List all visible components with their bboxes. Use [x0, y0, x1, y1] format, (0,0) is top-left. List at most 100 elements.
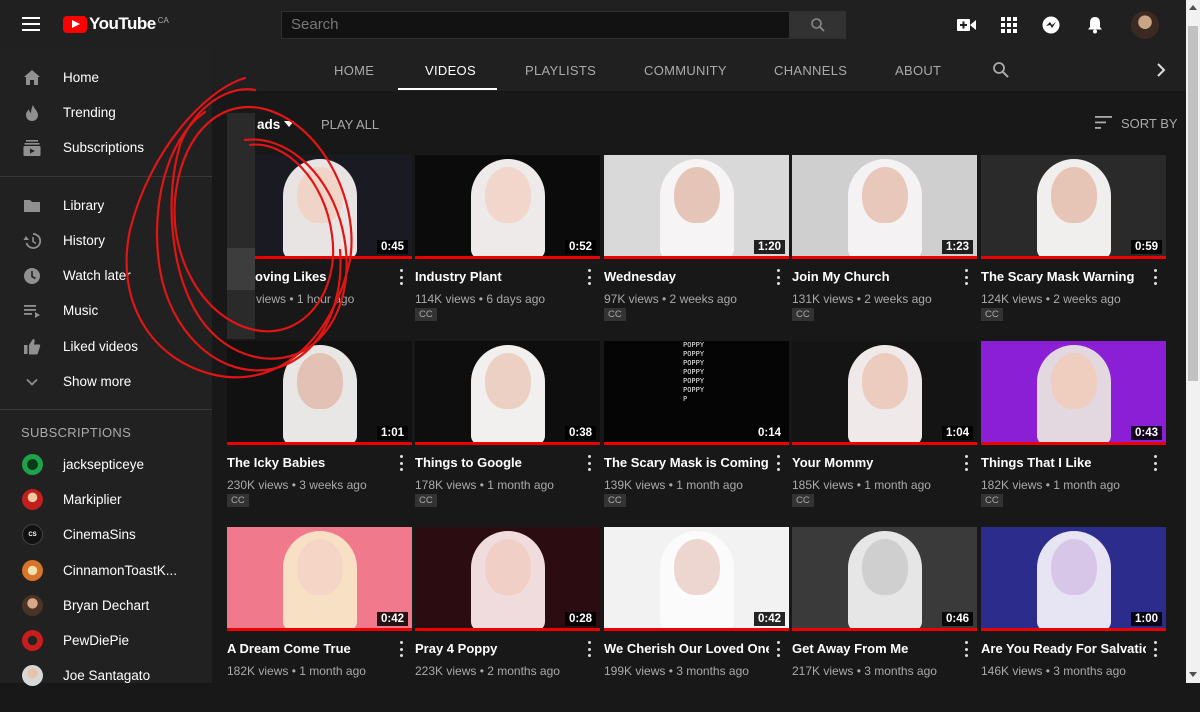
scroll-down-arrow[interactable] — [1189, 672, 1197, 677]
chevron-right-icon[interactable] — [1155, 62, 1167, 78]
more-options-icon[interactable] — [399, 455, 403, 471]
video-card[interactable]: 1:01 The Icky Babies 230K views • 3 weeks … — [227, 341, 412, 526]
subscription-item-cinnamontoastken[interactable]: CinnamonToastK... — [0, 553, 212, 588]
video-title[interactable]: Get Away From Me — [792, 641, 957, 656]
video-thumbnail[interactable]: 0:46 — [792, 527, 977, 631]
video-card[interactable]: 0:46 Get Away From Me 217K views • 3 month… — [792, 527, 977, 712]
caret-down-icon[interactable] — [284, 121, 294, 127]
video-thumbnail[interactable]: 0:52 — [415, 155, 600, 259]
tab-videos[interactable]: VIDEOS — [425, 63, 476, 78]
sort-by-button[interactable]: SORT BY — [1121, 116, 1178, 131]
video-thumbnail[interactable]: 0:42 — [604, 527, 789, 631]
more-options-icon[interactable] — [399, 641, 403, 657]
play-all-button[interactable]: PLAY ALL — [321, 117, 379, 132]
apps-grid-icon[interactable] — [998, 14, 1020, 36]
more-options-icon[interactable] — [964, 641, 968, 657]
sidebar-item-library[interactable]: Library — [0, 188, 212, 223]
more-options-icon[interactable] — [399, 269, 403, 285]
subscription-item-cinemasins[interactable]: CS CinemaSins — [0, 517, 212, 552]
tab-about[interactable]: ABOUT — [895, 63, 941, 78]
video-card[interactable]: 1:20 Wednesday 97K views • 2 weeks ago CC — [604, 155, 789, 340]
sort-icon[interactable] — [1095, 116, 1112, 129]
more-options-icon[interactable] — [1153, 641, 1157, 657]
video-thumbnail[interactable]: 1:04 — [792, 341, 977, 445]
more-options-icon[interactable] — [964, 269, 968, 285]
video-thumbnail[interactable]: 1:00 — [981, 527, 1166, 631]
notifications-bell-icon[interactable] — [1084, 14, 1106, 36]
video-thumbnail[interactable]: POPPY POPPY POPPY POPPY POPPY POPPY P 0:14 — [604, 341, 789, 445]
video-card[interactable]: 0:42 A Dream Come True 182K views • 1 mont… — [227, 527, 412, 712]
tab-channels[interactable]: CHANNELS — [774, 63, 847, 78]
video-title[interactable]: Things to Google — [415, 455, 580, 470]
menu-icon[interactable] — [22, 17, 40, 31]
sidebar-item-history[interactable]: History — [0, 223, 212, 258]
tab-home[interactable]: HOME — [334, 63, 374, 78]
account-avatar[interactable] — [1131, 11, 1159, 39]
page-scrollbar[interactable] — [1186, 0, 1200, 683]
sidebar-item-music[interactable]: Music — [0, 293, 212, 328]
video-card[interactable]: 0:52 Industry Plant 114K views • 6 days ag… — [415, 155, 600, 340]
search-input[interactable]: Search — [281, 11, 790, 39]
more-options-icon[interactable] — [1153, 269, 1157, 285]
video-title[interactable]: Industry Plant — [415, 269, 580, 284]
more-options-icon[interactable] — [964, 455, 968, 471]
more-options-icon[interactable] — [776, 455, 780, 471]
more-options-icon[interactable] — [776, 269, 780, 285]
video-card[interactable]: 0:59 The Scary Mask Warning 124K views • 2… — [981, 155, 1166, 340]
video-title[interactable]: A Dream Come True — [227, 641, 392, 656]
more-options-icon[interactable] — [1153, 455, 1157, 471]
video-card[interactable]: POPPY POPPY POPPY POPPY POPPY POPPY P 0:14 The S… — [604, 341, 789, 526]
sidebar-item-liked-videos[interactable]: Liked videos — [0, 329, 212, 364]
subscription-item-markiplier[interactable]: Markiplier — [0, 482, 212, 517]
video-thumbnail[interactable]: 1:01 — [227, 341, 412, 445]
scroll-thumb[interactable] — [1188, 26, 1198, 381]
video-card[interactable]: 0:43 Things That I Like 182K views • 1 mon… — [981, 341, 1166, 526]
video-card[interactable]: 0:28 Pray 4 Poppy 223K views • 2 months ag… — [415, 527, 600, 712]
sidebar-item-trending[interactable]: Trending — [0, 95, 212, 130]
video-title[interactable]: The Scary Mask Warning — [981, 269, 1146, 284]
sidebar-item-show-more[interactable]: Show more — [0, 364, 212, 399]
video-card[interactable]: 0:38 Things to Google 178K views • 1 month… — [415, 341, 600, 526]
video-title[interactable]: Things That I Like — [981, 455, 1146, 470]
video-title[interactable]: Are You Ready For Salvation? — [981, 641, 1146, 656]
subscription-item-joe-santagato[interactable]: Joe Santagato — [0, 658, 212, 693]
more-options-icon[interactable] — [587, 455, 591, 471]
subscription-item-pewdiepie[interactable]: PewDiePie — [0, 623, 212, 658]
sidebar-item-watch-later[interactable]: Watch later — [0, 258, 212, 293]
video-thumbnail[interactable]: 0:28 — [415, 527, 600, 631]
more-options-icon[interactable] — [587, 641, 591, 657]
video-title[interactable]: The Icky Babies — [227, 455, 392, 470]
tab-playlists[interactable]: PLAYLISTS — [525, 63, 596, 78]
video-thumbnail[interactable]: 1:23 — [792, 155, 977, 259]
video-title[interactable]: Join My Church — [792, 269, 957, 284]
sidebar-item-subscriptions[interactable]: Subscriptions — [0, 130, 212, 165]
video-thumbnail[interactable]: 0:59 — [981, 155, 1166, 259]
video-thumbnail[interactable]: 0:42 — [227, 527, 412, 631]
video-thumbnail[interactable]: 0:43 — [981, 341, 1166, 445]
tab-community[interactable]: COMMUNITY — [644, 63, 727, 78]
sidebar-item-home[interactable]: Home — [0, 60, 212, 95]
video-title[interactable]: Your Mommy — [792, 455, 957, 470]
video-card[interactable]: 1:00 Are You Ready For Salvation? 146K vie… — [981, 527, 1166, 712]
video-title[interactable]: Pray 4 Poppy — [415, 641, 580, 656]
video-thumbnail[interactable]: 0:38 — [415, 341, 600, 445]
video-card[interactable]: 1:04 Your Mommy 185K views • 1 month ago CC — [792, 341, 977, 526]
more-options-icon[interactable] — [776, 641, 780, 657]
subscription-item-jacksepticeye[interactable]: jacksepticeye — [0, 447, 212, 482]
video-title[interactable]: oving Likes — [255, 269, 420, 284]
channel-search-icon[interactable] — [992, 61, 1010, 79]
subscription-item-bryan-dechart[interactable]: Bryan Dechart — [0, 588, 212, 623]
uploads-filter[interactable]: ads — [257, 117, 280, 132]
video-card[interactable]: 0:42 We Cherish Our Loved Ones 199K views … — [604, 527, 789, 712]
search-button[interactable] — [789, 11, 846, 39]
scroll-up-arrow[interactable] — [1189, 5, 1197, 10]
video-thumbnail[interactable]: 1:20 — [604, 155, 789, 259]
video-title[interactable]: Wednesday — [604, 269, 769, 284]
youtube-logo[interactable]: YouTube CA — [63, 14, 169, 34]
messages-icon[interactable] — [1040, 14, 1062, 36]
create-video-icon[interactable] — [956, 14, 978, 36]
more-options-icon[interactable] — [587, 269, 591, 285]
video-title[interactable]: The Scary Mask is Coming — [604, 455, 769, 470]
video-title[interactable]: We Cherish Our Loved Ones — [604, 641, 769, 656]
video-card[interactable]: 1:23 Join My Church 131K views • 2 weeks a… — [792, 155, 977, 340]
